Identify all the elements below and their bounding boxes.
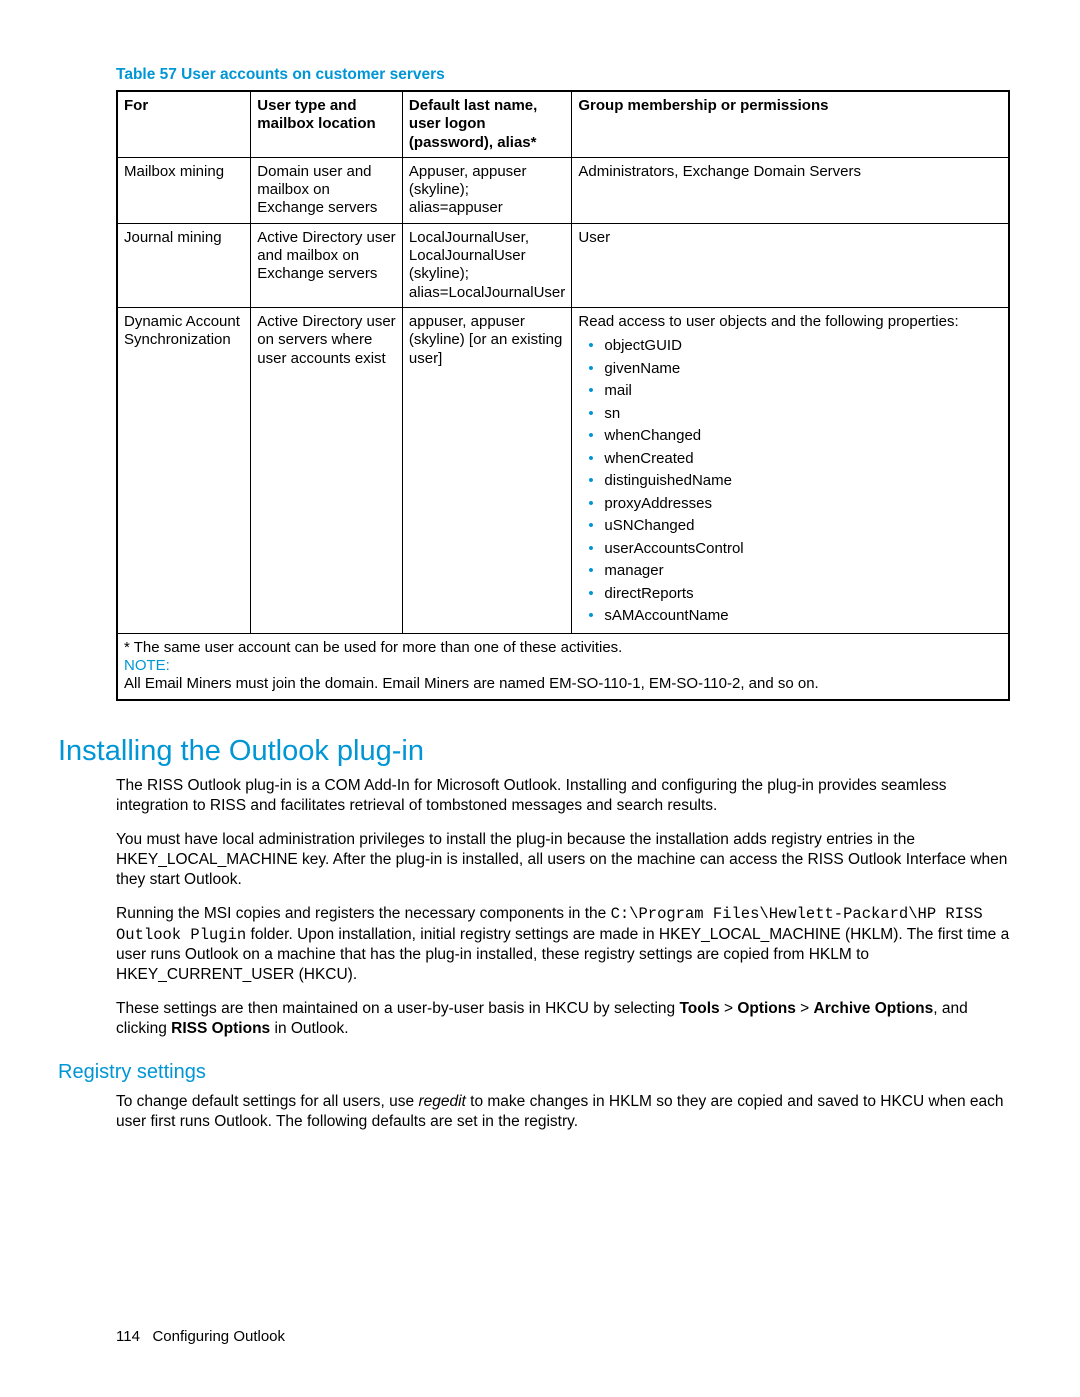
para-install-1: The RISS Outlook plug-in is a COM Add-In… (116, 776, 1010, 816)
table-cell: Appuser, appuser (skyline); alias=appuse… (402, 157, 571, 223)
table-cell: LocalJournalUser, LocalJournalUser (skyl… (402, 223, 571, 307)
table-caption: Table 57 User accounts on customer serve… (116, 66, 1010, 84)
list-item: distinguishedName (588, 470, 1002, 493)
table-row: Mailbox miningDomain user and mailbox on… (117, 157, 1009, 223)
para-install-3: Running the MSI copies and registers the… (116, 904, 1010, 985)
table-cell: Journal mining (117, 223, 251, 307)
table-cell: Active Directory user on servers where u… (251, 307, 403, 633)
table-note-row: * The same user account can be used for … (117, 633, 1009, 699)
para-registry-1: To change default settings for all users… (116, 1092, 1010, 1132)
table-cell-permissions: Read access to user objects and the foll… (572, 307, 1009, 633)
col-usertype: User type and mailbox location (251, 91, 403, 157)
para-install-2: You must have local administration privi… (116, 830, 1010, 890)
page-number: 114 (116, 1328, 140, 1345)
table-footnote: * The same user account can be used for … (124, 639, 1002, 657)
list-item: objectGUID (588, 335, 1002, 358)
user-accounts-table: For User type and mailbox location Defau… (116, 90, 1010, 701)
table-cell-permissions: Administrators, Exchange Domain Servers (572, 157, 1009, 223)
list-item: mail (588, 380, 1002, 403)
list-item: userAccountsControl (588, 538, 1002, 561)
list-item: sAMAccountName (588, 605, 1002, 628)
list-item: whenChanged (588, 425, 1002, 448)
table-cell: Active Directory user and mailbox on Exc… (251, 223, 403, 307)
table-cell: Mailbox mining (117, 157, 251, 223)
list-item: whenCreated (588, 448, 1002, 471)
note-body: All Email Miners must join the domain. E… (124, 675, 1002, 693)
list-item: givenName (588, 358, 1002, 381)
table-cell: Domain user and mailbox on Exchange serv… (251, 157, 403, 223)
note-label: NOTE: (124, 657, 1002, 675)
table-row: Journal miningActive Directory user and … (117, 223, 1009, 307)
col-default: Default last name, user logon (password)… (402, 91, 571, 157)
list-item: uSNChanged (588, 515, 1002, 538)
table-cell-permissions: User (572, 223, 1009, 307)
table-cell: appuser, appuser (skyline) [or an existi… (402, 307, 571, 633)
table-row: Dynamic Account SynchronizationActive Di… (117, 307, 1009, 633)
page-footer: 114 Configuring Outlook (116, 1328, 285, 1345)
col-for: For (117, 91, 251, 157)
table-cell: Dynamic Account Synchronization (117, 307, 251, 633)
col-permissions: Group membership or permissions (572, 91, 1009, 157)
para-install-4: These settings are then maintained on a … (116, 999, 1010, 1039)
list-item: proxyAddresses (588, 493, 1002, 516)
section-heading-registry: Registry settings (58, 1061, 1010, 1084)
section-heading-installing: Installing the Outlook plug-in (58, 735, 1010, 768)
table-header-row: For User type and mailbox location Defau… (117, 91, 1009, 157)
properties-list: objectGUIDgivenNamemailsnwhenChangedwhen… (578, 335, 1002, 628)
list-item: sn (588, 403, 1002, 426)
list-item: manager (588, 560, 1002, 583)
list-item: directReports (588, 583, 1002, 606)
footer-title: Configuring Outlook (152, 1328, 285, 1345)
